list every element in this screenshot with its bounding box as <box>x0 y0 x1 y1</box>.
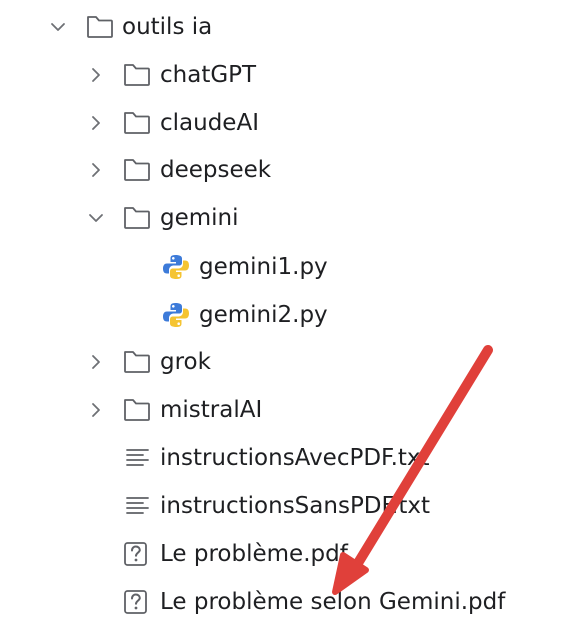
chevron-right-icon[interactable] <box>88 67 104 83</box>
folder-icon <box>122 348 152 376</box>
tree-item-label: Le problème.pdf <box>160 541 348 567</box>
tree-item-le-probleme-selon-gemini-pdf[interactable]: Le problème selon Gemini.pdf <box>0 580 578 624</box>
tree-item-claudeai[interactable]: claudeAI <box>0 101 578 145</box>
tree-item-label: instructionsAvecPDF.txt <box>160 445 430 471</box>
python-icon <box>161 301 191 329</box>
tree-item-label: gemini <box>160 205 239 231</box>
tree-item-deepseek[interactable]: deepseek <box>0 148 578 192</box>
folder-icon <box>122 109 152 137</box>
tree-item-label: Le problème selon Gemini.pdf <box>160 589 506 615</box>
unknown-file-icon <box>121 540 151 568</box>
tree-item-mistralai[interactable]: mistralAI <box>0 388 578 432</box>
tree-item-label: gemini1.py <box>199 254 328 280</box>
text-file-icon <box>123 444 153 472</box>
tree-item-outils-ia[interactable]: outils ia <box>0 5 578 49</box>
tree-item-grok[interactable]: grok <box>0 340 578 384</box>
tree-item-le-probleme-pdf[interactable]: Le problème.pdf <box>0 532 578 576</box>
tree-item-label: grok <box>160 349 211 375</box>
folder-icon <box>122 156 152 184</box>
chevron-down-icon[interactable] <box>50 19 66 35</box>
project-file-tree: outils ia chatGPT claudeAI deepseek gemi… <box>0 0 578 635</box>
python-icon <box>161 253 191 281</box>
chevron-down-icon[interactable] <box>88 210 104 226</box>
tree-item-label: deepseek <box>160 157 272 183</box>
tree-item-chatgpt[interactable]: chatGPT <box>0 53 578 97</box>
chevron-right-icon[interactable] <box>88 402 104 418</box>
chevron-right-icon[interactable] <box>88 162 104 178</box>
tree-item-gemini1-py[interactable]: gemini1.py <box>0 245 578 289</box>
chevron-right-icon[interactable] <box>88 354 104 370</box>
tree-item-label: mistralAI <box>160 397 263 423</box>
tree-item-instructions-avec-pdf[interactable]: instructionsAvecPDF.txt <box>0 436 578 480</box>
tree-item-label: claudeAI <box>160 110 259 136</box>
tree-item-label: chatGPT <box>160 62 257 88</box>
folder-icon <box>122 204 152 232</box>
tree-item-instructions-sans-pdf[interactable]: instructionsSansPDF.txt <box>0 484 578 528</box>
folder-icon <box>122 396 152 424</box>
text-file-icon <box>123 492 153 520</box>
tree-item-label: gemini2.py <box>199 302 328 328</box>
tree-item-label: instructionsSansPDF.txt <box>160 493 431 519</box>
tree-item-gemini[interactable]: gemini <box>0 196 578 240</box>
chevron-right-icon[interactable] <box>88 115 104 131</box>
folder-icon <box>122 61 152 89</box>
tree-item-label: outils ia <box>122 14 213 40</box>
tree-item-gemini2-py[interactable]: gemini2.py <box>0 293 578 337</box>
folder-icon <box>85 13 115 41</box>
unknown-file-icon <box>121 588 151 616</box>
